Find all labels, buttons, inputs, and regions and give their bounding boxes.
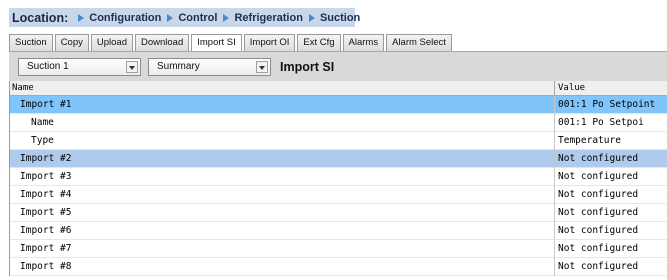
table-row[interactable]: Import #3 Not configured	[10, 168, 667, 186]
row-value: 001:1 Po Setpoint	[558, 99, 656, 110]
table-row[interactable]: Import #8 Not configured	[10, 258, 667, 276]
tab-alarms[interactable]: Alarms	[342, 34, 385, 51]
table-row[interactable]: Import #1 001:1 Po Setpoint	[10, 96, 667, 114]
breadcrumb-item-suction[interactable]: Suction	[320, 12, 360, 24]
column-divider	[554, 186, 555, 204]
row-name: Import #7	[20, 243, 72, 254]
column-divider	[554, 222, 555, 240]
column-divider	[554, 258, 555, 276]
row-name: Type	[31, 135, 54, 146]
column-divider	[554, 168, 555, 186]
column-divider	[554, 96, 555, 114]
column-header-value[interactable]: Value	[558, 81, 585, 95]
row-name: Import #6	[20, 225, 72, 236]
row-value: Temperature	[558, 135, 621, 146]
row-value: Not configured	[558, 207, 639, 218]
data-table: Name Value Import #1 001:1 Po Setpoint N…	[9, 81, 667, 276]
breadcrumb-item-control[interactable]: Control	[178, 12, 217, 24]
row-value: Not configured	[558, 153, 639, 164]
suction-select[interactable]: Suction 1	[18, 58, 141, 76]
row-name: Import #3	[20, 171, 72, 182]
row-name: Import #2	[20, 153, 72, 164]
row-name: Import #5	[20, 207, 72, 218]
row-value: Not configured	[558, 261, 639, 272]
view-select[interactable]: Summary	[148, 58, 271, 76]
tab-import-oi[interactable]: Import OI	[243, 34, 296, 51]
row-name: Name	[31, 117, 54, 128]
toolbar: Suction 1 Summary Import SI	[9, 51, 667, 81]
row-name: Import #4	[20, 189, 72, 200]
breadcrumb-arrow-icon	[78, 13, 85, 22]
table-header: Name Value	[10, 81, 667, 96]
breadcrumb-item-refrigeration[interactable]: Refrigeration	[234, 12, 302, 24]
tab-bar: Suction Copy Upload Download Import SI I…	[9, 34, 454, 51]
tab-import-si[interactable]: Import SI	[191, 34, 242, 51]
column-divider	[554, 81, 555, 96]
column-divider	[554, 114, 555, 132]
tab-ext-cfg[interactable]: Ext Cfg	[297, 34, 341, 51]
table-row[interactable]: Import #6 Not configured	[10, 222, 667, 240]
row-name: Import #1	[20, 99, 72, 110]
column-divider	[554, 240, 555, 258]
tab-copy[interactable]: Copy	[54, 34, 89, 51]
row-value: Not configured	[558, 189, 639, 200]
tab-alarm-select[interactable]: Alarm Select	[386, 34, 452, 51]
table-row[interactable]: Import #5 Not configured	[10, 204, 667, 222]
column-divider	[554, 204, 555, 222]
breadcrumb-arrow-icon	[167, 13, 174, 22]
tab-upload[interactable]: Upload	[90, 34, 133, 51]
table-row[interactable]: Name 001:1 Po Setpoi	[10, 114, 667, 132]
chevron-down-icon[interactable]	[256, 61, 268, 73]
chevron-down-icon[interactable]	[126, 61, 138, 73]
column-divider	[554, 132, 555, 150]
row-name: Import #8	[20, 261, 72, 272]
suction-select-value: Suction 1	[27, 61, 69, 72]
row-value: Not configured	[558, 225, 639, 236]
breadcrumb-arrow-icon	[223, 13, 230, 22]
tab-suction[interactable]: Suction	[9, 34, 53, 51]
page-title: Import SI	[280, 60, 335, 74]
row-value: Not configured	[558, 171, 639, 182]
location-label: Location:	[12, 10, 69, 25]
view-select-value: Summary	[157, 61, 200, 72]
table-row[interactable]: Import #2 Not configured	[10, 150, 667, 168]
column-header-name[interactable]: Name	[12, 81, 34, 95]
column-divider	[554, 150, 555, 168]
table-row[interactable]: Import #7 Not configured	[10, 240, 667, 258]
breadcrumb: Location: Configuration Control Refriger…	[9, 8, 360, 27]
breadcrumb-item-configuration[interactable]: Configuration	[89, 12, 161, 24]
tab-download[interactable]: Download	[134, 34, 190, 51]
row-value: 001:1 Po Setpoi	[558, 117, 644, 128]
row-value: Not configured	[558, 243, 639, 254]
breadcrumb-arrow-icon	[308, 13, 315, 22]
table-row[interactable]: Import #4 Not configured	[10, 186, 667, 204]
table-row[interactable]: Type Temperature	[10, 132, 667, 150]
